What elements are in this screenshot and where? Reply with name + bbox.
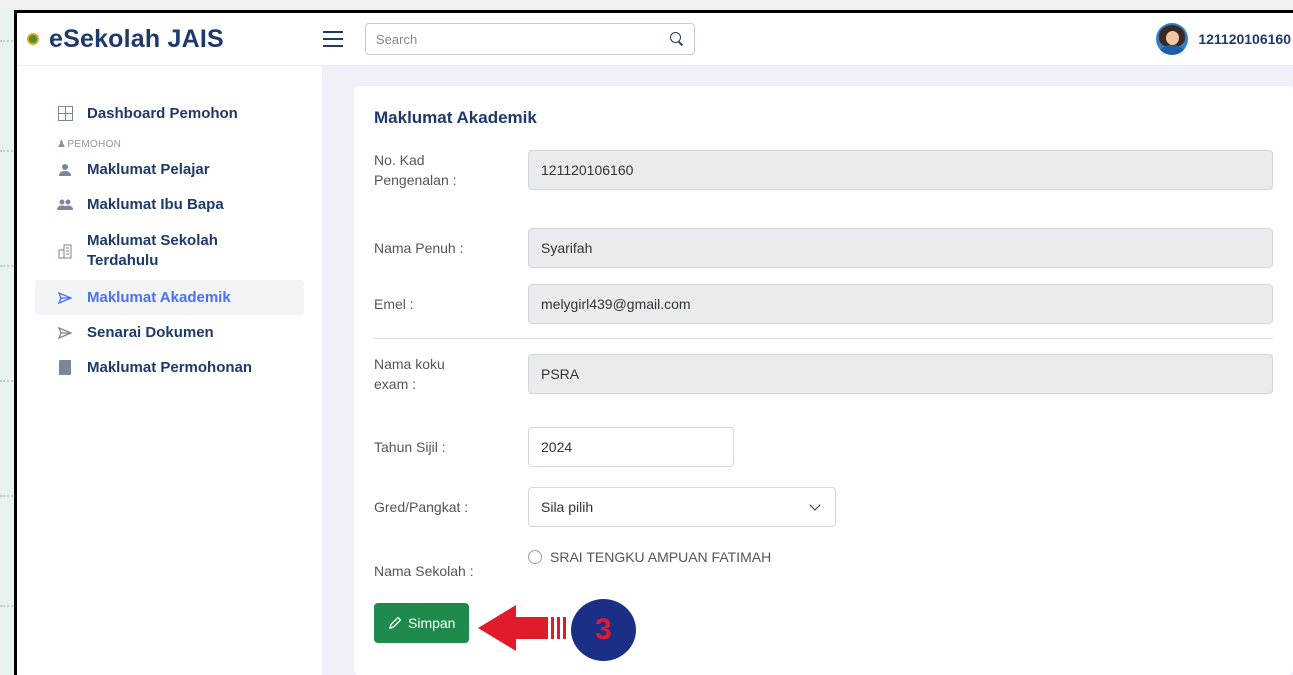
chevron-down-icon xyxy=(809,499,821,511)
sidebar-item-dashboard[interactable]: Dashboard Pemohon xyxy=(35,96,304,131)
sidebar-item-label: Maklumat Permohonan xyxy=(87,359,253,376)
sidebar-item-maklumat-akademik[interactable]: Maklumat Akademik xyxy=(35,280,304,315)
form-row-ic: No. Kad Pengenalan : 121120106160 xyxy=(374,150,1273,190)
ic-field: 121120106160 xyxy=(528,150,1273,190)
sidebar-item-label: Maklumat Pelajar xyxy=(87,161,210,178)
form-row-grade: Gred/Pangkat : Sila pilih xyxy=(374,487,1273,527)
app-title: eSekolah JAIS xyxy=(49,24,224,53)
top-bar: eSekolah JAIS 121120106160 xyxy=(17,13,1293,66)
divider xyxy=(374,338,1273,339)
sidebar-item-label: Senarai Dokumen xyxy=(87,324,214,341)
form-row-exam: Nama koku exam : PSRA xyxy=(374,354,1273,394)
pencil-icon xyxy=(389,616,402,629)
user-id[interactable]: 121120106160 xyxy=(1198,31,1291,47)
school-option-label: SRAI TENGKU AMPUAN FATIMAH xyxy=(550,549,772,565)
annotation-arrow-icon xyxy=(478,605,566,651)
send-icon xyxy=(57,325,73,341)
sidebar-item-label: Maklumat Ibu Bapa xyxy=(87,196,224,213)
sidebar: Dashboard Pemohon ♟ PEMOHON Maklumat Pel… xyxy=(17,66,322,675)
building-icon xyxy=(57,243,73,259)
save-button[interactable]: Simpan xyxy=(374,603,470,643)
user-menu[interactable]: 121120106160 xyxy=(1156,23,1293,55)
school-label: Nama Sekolah : xyxy=(374,563,474,579)
brand[interactable]: eSekolah JAIS xyxy=(17,25,323,54)
email-label: Emel : xyxy=(374,296,414,312)
year-label: Tahun Sijil : xyxy=(374,439,446,455)
sidebar-item-maklumat-sekolah-terdahulu[interactable]: Maklumat Sekolah Terdahulu xyxy=(35,222,304,280)
save-button-label: Simpan xyxy=(408,615,456,631)
form-card: Maklumat Akademik No. Kad Pengenalan : 1… xyxy=(354,86,1293,675)
sidebar-item-maklumat-pelajar[interactable]: Maklumat Pelajar xyxy=(35,152,304,187)
grid-icon xyxy=(57,106,73,122)
form-row-school: Nama Sekolah : SRAI TENGKU AMPUAN FATIMA… xyxy=(374,549,1273,581)
document-icon xyxy=(57,360,73,376)
send-icon xyxy=(57,290,73,306)
email-field: melygirl439@gmail.com xyxy=(528,284,1273,324)
year-input[interactable]: 2024 xyxy=(528,427,734,467)
sidebar-item-label: Maklumat Sekolah Terdahulu xyxy=(87,232,218,269)
form-row-email: Emel : melygirl439@gmail.com xyxy=(374,284,1273,324)
sidebar-item-senarai-dokumen[interactable]: Senarai Dokumen xyxy=(35,315,304,350)
sidebar-section-heading: ♟ PEMOHON xyxy=(57,139,122,150)
sidebar-item-maklumat-permohonan[interactable]: Maklumat Permohonan xyxy=(35,350,304,385)
user-small-icon: ♟ xyxy=(57,139,68,150)
user-icon xyxy=(57,162,73,178)
sidebar-item-maklumat-ibu-bapa[interactable]: Maklumat Ibu Bapa xyxy=(35,187,304,222)
sidebar-item-label: Dashboard Pemohon xyxy=(87,105,238,122)
search-icon[interactable] xyxy=(670,32,684,46)
form-row-name: Nama Penuh : Syarifah xyxy=(374,228,1273,268)
name-field: Syarifah xyxy=(528,228,1273,268)
page-title: Maklumat Akademik xyxy=(374,108,537,127)
users-icon xyxy=(57,197,73,213)
form-row-year: Tahun Sijil : 2024 xyxy=(374,427,1273,467)
grade-select-value: Sila pilih xyxy=(541,499,594,515)
avatar[interactable] xyxy=(1156,23,1189,55)
ic-label: No. Kad Pengenalan : xyxy=(374,152,457,188)
menu-toggle-icon[interactable] xyxy=(323,31,343,47)
step-number-badge: 3 xyxy=(571,599,636,661)
app-window: eSekolah JAIS 121120106160 Dashboard Pem… xyxy=(14,10,1293,675)
search-input[interactable] xyxy=(376,31,670,47)
main-content: Maklumat Akademik No. Kad Pengenalan : 1… xyxy=(322,66,1293,675)
brand-logo-icon xyxy=(27,33,39,45)
search-box xyxy=(365,23,695,55)
exam-field: PSRA xyxy=(528,354,1273,394)
grade-label: Gred/Pangkat : xyxy=(374,499,469,515)
exam-label: Nama koku exam : xyxy=(374,356,445,392)
sidebar-item-label: Maklumat Akademik xyxy=(87,289,231,306)
school-radio-option[interactable]: SRAI TENGKU AMPUAN FATIMAH xyxy=(528,549,771,565)
grade-select[interactable]: Sila pilih xyxy=(528,487,836,527)
name-label: Nama Penuh : xyxy=(374,240,464,256)
radio-button[interactable] xyxy=(528,550,542,564)
